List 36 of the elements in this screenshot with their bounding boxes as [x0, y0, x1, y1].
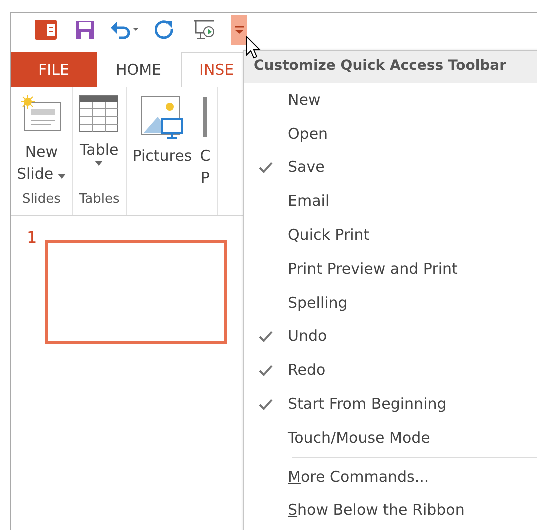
- menu-item[interactable]: Open: [244, 116, 537, 151]
- floppy-icon: [75, 20, 95, 40]
- check-icon: [259, 162, 273, 173]
- menu-item[interactable]: Show Below the Ribbon: [244, 494, 537, 528]
- menu-item[interactable]: Touch/Mouse Mode: [244, 420, 537, 455]
- ribbon-button[interactable]: C P: [200, 87, 211, 215]
- caret-icon: [95, 161, 104, 166]
- file-tab[interactable]: FILE: [11, 52, 97, 87]
- group-label: Slides: [21, 191, 62, 209]
- caret-icon: [58, 174, 66, 179]
- menu-item[interactable]: Email: [244, 184, 537, 218]
- slide-number: 1: [27, 228, 38, 249]
- undo-icon: [110, 20, 140, 40]
- group-label: Tables: [79, 191, 120, 209]
- new-slide-button[interactable]: New Slide: [17, 87, 66, 189]
- table-button[interactable]: Table: [79, 87, 120, 189]
- check-icon: [259, 398, 273, 410]
- menu-title: Customize Quick Access Toolbar: [244, 51, 537, 83]
- menu-item[interactable]: More Commands...: [244, 460, 537, 494]
- menu-item[interactable]: Undo: [244, 320, 537, 354]
- menu-item[interactable]: Redo: [244, 353, 537, 388]
- check-icon: [259, 364, 273, 376]
- table-icon: [79, 95, 120, 133]
- menu-item[interactable]: Spelling: [244, 286, 537, 320]
- menu-item[interactable]: Start From Beginning: [244, 387, 537, 421]
- menu-item[interactable]: Print Preview and Print: [244, 252, 537, 286]
- menu-item[interactable]: Quick Print: [244, 218, 537, 252]
- redo-icon: [155, 20, 175, 40]
- menu-item[interactable]: Save: [244, 150, 537, 184]
- slide-thumbnail[interactable]: [45, 240, 228, 344]
- check-icon: [259, 330, 273, 342]
- pictures-icon: [140, 95, 184, 139]
- dropdown-icon: [234, 26, 244, 34]
- customize-toolbar-button[interactable]: [231, 15, 247, 45]
- pictures-button[interactable]: Pictures: [132, 87, 192, 215]
- projector-screen-icon: [193, 19, 217, 41]
